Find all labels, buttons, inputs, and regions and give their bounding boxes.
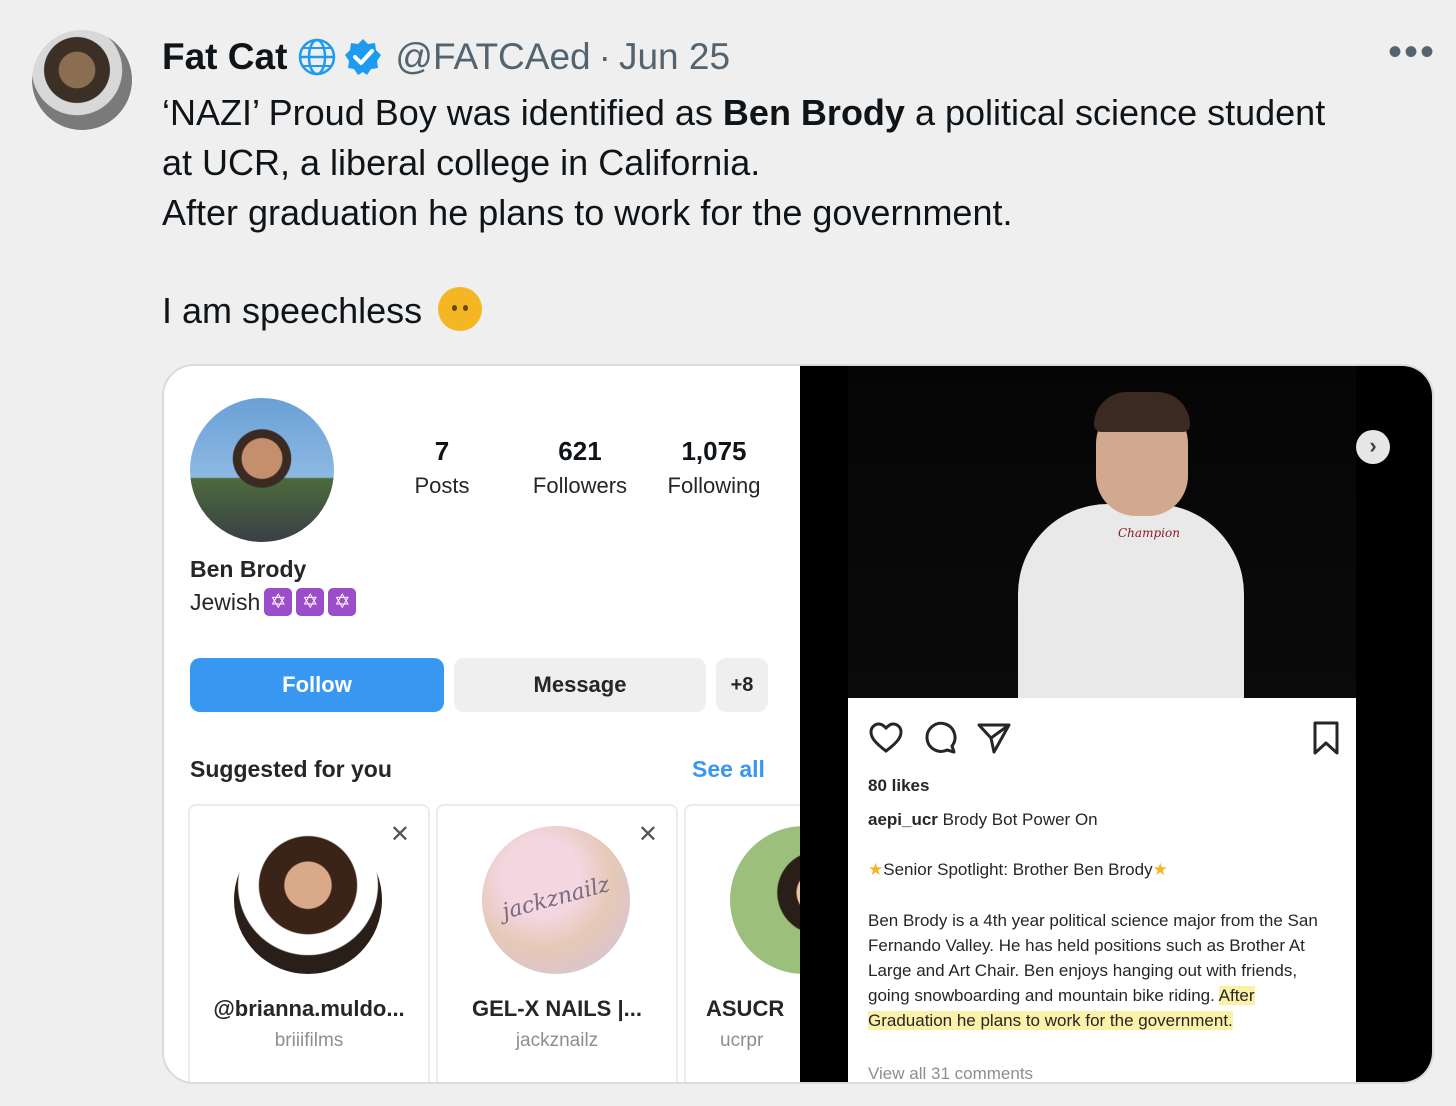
post-actions	[868, 720, 1339, 760]
see-all-link: See all	[692, 756, 765, 782]
spotlight-line: ★Senior Spotlight: Brother Ben Brody★	[868, 860, 1168, 879]
heart-icon	[869, 722, 903, 753]
profile-picture	[190, 398, 334, 542]
post-details: 80 likes aepi_ucr Brody Bot Power On ★Se…	[848, 698, 1356, 1082]
author-handle[interactable]: @FATCAed	[395, 36, 590, 78]
star-icon: ★	[868, 860, 884, 879]
post-photo: Champion ›	[848, 366, 1390, 698]
jackznailz-logo: jackznailz	[499, 872, 613, 925]
profile-bio: Jewish ✡ ✡ ✡	[190, 588, 357, 616]
star-icon: ★	[1152, 860, 1168, 879]
suggestion-subtitle: briiifilms	[274, 1030, 344, 1051]
shirt-logo: Champion	[1118, 526, 1180, 540]
suggested-title: Suggested for you	[190, 756, 392, 782]
tweet-media[interactable]: 7 Posts 621 Followers 1,075 Following Be…	[162, 364, 1434, 1084]
author-avatar[interactable]	[32, 30, 132, 130]
instagram-profile-screenshot: 7 Posts 621 Followers 1,075 Following Be…	[164, 366, 926, 1082]
tweet-text-line-2: at UCR, a liberal college in California.	[162, 142, 761, 183]
like-count: 80 likes	[868, 776, 930, 795]
star-of-david-icon: ✡	[296, 588, 325, 616]
separator-dot: ·	[598, 36, 611, 77]
suggestion-card: ✕ @brianna.muldo... briiifilms	[188, 804, 430, 1082]
star-of-david-icon: ✡	[328, 588, 357, 616]
profile-name: Ben Brody	[190, 556, 307, 582]
message-button: Message	[454, 658, 706, 712]
suggestion-username: GEL-X NAILS |...	[472, 996, 642, 1021]
view-comments-link: View all 31 comments	[868, 1064, 1034, 1083]
tweet-text: ‘NAZI’ Proud Boy was identified as Ben B…	[162, 88, 1422, 336]
star-of-david-icon: ✡	[264, 588, 293, 616]
suggestion-subtitle: jackznailz	[515, 1030, 599, 1051]
share-icon	[977, 723, 1011, 754]
stat-followers: 621 Followers	[532, 436, 628, 498]
suggestion-username: @brianna.muldo...	[213, 996, 405, 1021]
tweet-text-line-3: After graduation he plans to work for th…	[162, 192, 1013, 233]
bookmark-icon	[1313, 721, 1339, 755]
tweet-text-line-1: ‘NAZI’ Proud Boy was identified as Ben B…	[162, 92, 1326, 133]
tweet-header: Fat Cat @FATCAed · Jun 25	[162, 34, 730, 80]
next-arrow-icon: ›	[1356, 430, 1390, 464]
caption-header: aepi_ucr Brody Bot Power On	[868, 810, 1098, 829]
suggestion-avatar	[234, 826, 382, 974]
tweet-date[interactable]: Jun 25	[619, 36, 730, 78]
suggestion-avatar: jackznailz	[482, 826, 630, 974]
caption-body: Ben Brody is a 4th year political scienc…	[868, 911, 1318, 1030]
verified-badge-icon	[345, 39, 382, 75]
author-name[interactable]: Fat Cat	[162, 36, 287, 78]
more-options-icon[interactable]: •••	[1388, 32, 1436, 72]
dismiss-icon: ✕	[389, 821, 410, 848]
speechless-face-emoji-icon	[438, 287, 483, 331]
tweet[interactable]: Fat Cat @FATCAed · Jun 25 ••• ‘NAZI’ Pro…	[0, 0, 1456, 1106]
tweet-text-line-4: I am speechless	[162, 286, 1422, 336]
stat-following: 1,075 Following	[667, 436, 761, 498]
globe-icon	[299, 38, 336, 76]
comment-icon	[925, 721, 957, 754]
follow-button: Follow	[190, 658, 444, 712]
add-person-icon: +8	[716, 658, 768, 712]
suggestion-card: ✕ jackznailz GEL-X NAILS |... jackznailz	[436, 804, 678, 1082]
stat-posts: 7 Posts	[414, 436, 470, 498]
dismiss-icon: ✕	[637, 821, 658, 848]
instagram-post-screenshot: Champion › 80 likes aepi_ucr Brody Bot P…	[800, 366, 1432, 1082]
